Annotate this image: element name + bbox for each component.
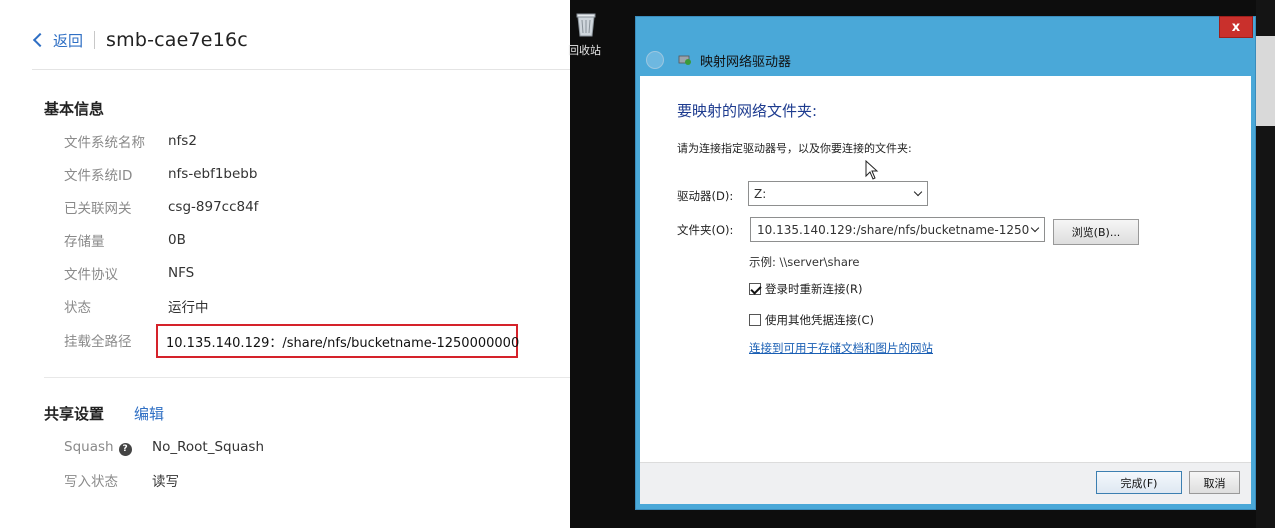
page-header: 返回 smb-cae7e16c bbox=[32, 26, 248, 54]
dialog-instruction: 请为连接指定驱动器号，以及你要连接的文件夹: bbox=[677, 142, 912, 155]
finish-button[interactable]: 完成(F) bbox=[1096, 471, 1182, 494]
header-divider bbox=[94, 31, 96, 49]
network-drive-icon bbox=[678, 55, 691, 65]
right-edge-strip bbox=[1256, 0, 1275, 528]
info-row-protocol: 文件协议 NFS bbox=[64, 263, 194, 283]
share-value: No_Root_Squash bbox=[152, 439, 265, 455]
edge-highlight bbox=[1256, 36, 1275, 126]
console-panel: 返回 smb-cae7e16c 基本信息 文件系统名称 nfs2 文件系统ID … bbox=[0, 0, 570, 528]
mount-path-value: 10.135.140.129：/share/nfs/bucketname-125… bbox=[156, 324, 519, 358]
drive-label: 驱动器(D): bbox=[677, 189, 734, 203]
back-arrow-icon[interactable] bbox=[646, 51, 664, 69]
other-credentials-label: 使用其他凭据连接(C) bbox=[765, 313, 875, 327]
info-label: 文件系统名称 bbox=[64, 135, 145, 151]
info-row-mount-path: 挂载全路径 bbox=[64, 330, 168, 350]
close-button[interactable]: x bbox=[1219, 16, 1253, 38]
info-label: 挂载全路径 bbox=[64, 334, 132, 350]
recycle-bin-label: 回收站 bbox=[568, 44, 601, 57]
header-rule bbox=[32, 69, 570, 70]
website-link[interactable]: 连接到可用于存储文档和图片的网站 bbox=[749, 340, 933, 356]
chevron-down-icon bbox=[913, 187, 923, 197]
info-label: 状态 bbox=[64, 300, 91, 316]
chevron-down-icon[interactable] bbox=[1030, 223, 1040, 233]
example-text: 示例: \\server\share bbox=[749, 255, 860, 269]
share-row-write-status: 写入状态 读写 bbox=[64, 470, 179, 490]
info-label: 已关联网关 bbox=[64, 201, 132, 217]
info-row-fs-name: 文件系统名称 nfs2 bbox=[64, 131, 197, 151]
info-row-gateway: 已关联网关 csg-897cc84f bbox=[64, 197, 258, 217]
mouse-cursor-icon bbox=[865, 160, 879, 180]
folder-value: 10.135.140.129:/share/nfs/bucketname-125… bbox=[757, 222, 1030, 237]
share-label: Squash? bbox=[64, 439, 152, 456]
info-value: NFS bbox=[168, 265, 195, 281]
drive-select[interactable]: Z: bbox=[748, 181, 928, 206]
info-row-status: 状态 运行中 bbox=[64, 296, 209, 316]
drive-value: Z: bbox=[754, 186, 767, 201]
reconnect-label: 登录时重新连接(R) bbox=[765, 282, 863, 296]
credentials-checkbox-row[interactable]: 使用其他凭据连接(C) bbox=[749, 312, 874, 328]
gateway-link[interactable]: csg-897cc84f bbox=[168, 199, 258, 215]
reconnect-checkbox[interactable] bbox=[749, 283, 761, 295]
share-label: 写入状态 bbox=[64, 474, 118, 490]
cancel-button[interactable]: 取消 bbox=[1189, 471, 1240, 494]
recycle-bin-icon[interactable] bbox=[573, 10, 599, 38]
status-badge: 运行中 bbox=[168, 300, 209, 316]
edit-share-button[interactable]: 编辑 bbox=[134, 403, 164, 424]
dialog-titlebar: 映射网络驱动器 bbox=[642, 45, 1250, 75]
info-value: nfs-ebf1bebb bbox=[168, 166, 258, 182]
basic-info-title: 基本信息 bbox=[44, 100, 105, 118]
back-link[interactable]: 返回 bbox=[53, 30, 83, 51]
browse-button[interactable]: 浏览(B)... bbox=[1053, 219, 1139, 245]
folder-input[interactable]: 10.135.140.129:/share/nfs/bucketname-125… bbox=[750, 217, 1045, 242]
dialog-title: 映射网络驱动器 bbox=[700, 54, 792, 70]
share-settings-title: 共享设置 bbox=[44, 405, 105, 423]
reconnect-checkbox-row[interactable]: 登录时重新连接(R) bbox=[749, 281, 862, 297]
folder-label: 文件夹(O): bbox=[677, 223, 734, 237]
dialog-heading: 要映射的网络文件夹: bbox=[677, 102, 818, 120]
other-credentials-checkbox[interactable] bbox=[749, 314, 761, 326]
info-value: nfs2 bbox=[168, 133, 197, 149]
info-label: 存储量 bbox=[64, 234, 105, 250]
info-value: 0B bbox=[168, 232, 186, 248]
info-row-storage: 存储量 0B bbox=[64, 230, 186, 250]
info-label: 文件系统ID bbox=[64, 168, 133, 184]
info-row-fs-id: 文件系统ID nfs-ebf1bebb bbox=[64, 164, 257, 184]
share-value: 读写 bbox=[152, 474, 179, 490]
page-title: smb-cae7e16c bbox=[106, 29, 248, 51]
squash-label: Squash bbox=[64, 438, 114, 455]
section-divider bbox=[44, 377, 570, 378]
dialog-body bbox=[640, 76, 1251, 462]
chevron-left-icon[interactable] bbox=[32, 32, 48, 48]
share-row-squash: Squash? No_Root_Squash bbox=[64, 437, 264, 457]
info-label: 文件协议 bbox=[64, 267, 118, 283]
help-icon[interactable]: ? bbox=[118, 442, 132, 456]
